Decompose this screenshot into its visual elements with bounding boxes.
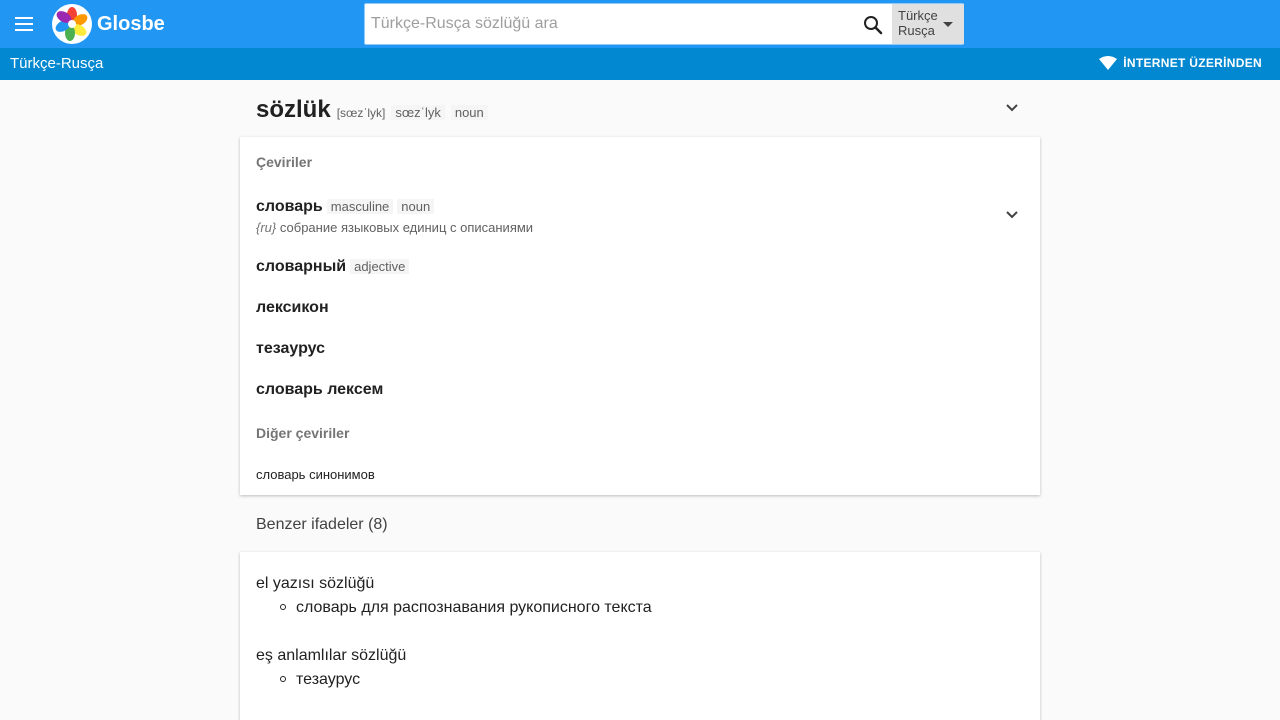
entry-ipa: [sœzˈlyk] bbox=[336, 106, 386, 120]
similar-phrases-heading: Benzer ifadeler (8) bbox=[256, 516, 388, 533]
caret-down-icon bbox=[943, 22, 953, 27]
target-language: Rusça bbox=[898, 23, 935, 38]
translation-definition: {ru} собрание языковых единиц с описания… bbox=[256, 220, 533, 235]
search-box: Türkçe Rusça bbox=[364, 3, 964, 45]
translation-word[interactable]: словарь bbox=[256, 198, 323, 216]
search-icon[interactable] bbox=[861, 13, 885, 37]
translation-expand-chevron-icon[interactable] bbox=[1002, 205, 1022, 225]
language-pair-title[interactable]: Türkçe-Rusça bbox=[10, 55, 103, 72]
brand-name[interactable]: Glosbe bbox=[97, 13, 165, 35]
translations-label: Çeviriler bbox=[256, 154, 313, 170]
similar-phrases-card: el yazısı sözlüğü словарь для распознава… bbox=[240, 552, 1040, 720]
translation-item[interactable]: словарь masculine noun bbox=[256, 198, 435, 216]
gender-tag: masculine bbox=[326, 199, 394, 214]
hamburger-menu-icon[interactable] bbox=[13, 14, 35, 34]
language-pair-label: Türkçe Rusça bbox=[898, 8, 938, 38]
top-bar: Glosbe Türkçe Rusça bbox=[0, 0, 1280, 48]
entry-pos: noun bbox=[450, 105, 488, 120]
entry-expand-chevron-icon[interactable] bbox=[1002, 98, 1022, 118]
similar-phrase[interactable]: el yazısı sözlüğü bbox=[256, 575, 374, 593]
other-translation-item[interactable]: словарь синонимов bbox=[256, 467, 375, 482]
entry-word: sözlük bbox=[256, 96, 331, 123]
definition-language: {ru} bbox=[256, 220, 277, 235]
glosbe-logo-icon[interactable] bbox=[52, 4, 92, 44]
list-bullet bbox=[280, 604, 286, 610]
wifi-icon bbox=[1099, 56, 1118, 70]
definition-text: собрание языковых единиц с описаниями bbox=[279, 220, 534, 235]
translation-word[interactable]: лексикон bbox=[256, 299, 329, 317]
list-bullet bbox=[280, 676, 286, 682]
other-translations-label: Diğer çeviriler bbox=[256, 425, 350, 441]
pos-tag: noun bbox=[397, 199, 435, 214]
translation-word[interactable]: словарный bbox=[256, 258, 346, 276]
entry-header: sözlük [sœzˈlyk] sœzˈlyk noun bbox=[256, 96, 488, 124]
translation-item[interactable]: лексикон bbox=[256, 299, 329, 317]
language-pair-select[interactable]: Türkçe Rusça bbox=[892, 4, 964, 44]
search-input[interactable] bbox=[371, 4, 859, 44]
online-mode-indicator[interactable]: İNTERNET ÜZERİNDEN bbox=[1099, 56, 1262, 70]
translation-word[interactable]: тезаурус bbox=[256, 340, 325, 358]
similar-phrase[interactable]: eş anlamlılar sözlüğü bbox=[256, 647, 406, 665]
online-mode-label: İNTERNET ÜZERİNDEN bbox=[1123, 56, 1262, 70]
similar-phrase-translation[interactable]: тезаурус bbox=[296, 671, 360, 689]
pos-tag: adjective bbox=[350, 259, 410, 274]
translations-card: Çeviriler словарь masculine noun {ru} со… bbox=[240, 137, 1040, 495]
translation-item[interactable]: словарь лексем bbox=[256, 381, 383, 399]
translation-word[interactable]: словарь лексем bbox=[256, 381, 383, 399]
sub-bar: Türkçe-Rusça İNTERNET ÜZERİNDEN bbox=[0, 48, 1280, 80]
entry-transcription: sœzˈlyk bbox=[391, 105, 445, 120]
source-language: Türkçe bbox=[898, 8, 938, 23]
translation-item[interactable]: словарный adjective bbox=[256, 258, 410, 276]
translation-item[interactable]: тезаурус bbox=[256, 340, 325, 358]
similar-phrase-translation[interactable]: словарь для распознавания рукописного те… bbox=[296, 599, 652, 617]
